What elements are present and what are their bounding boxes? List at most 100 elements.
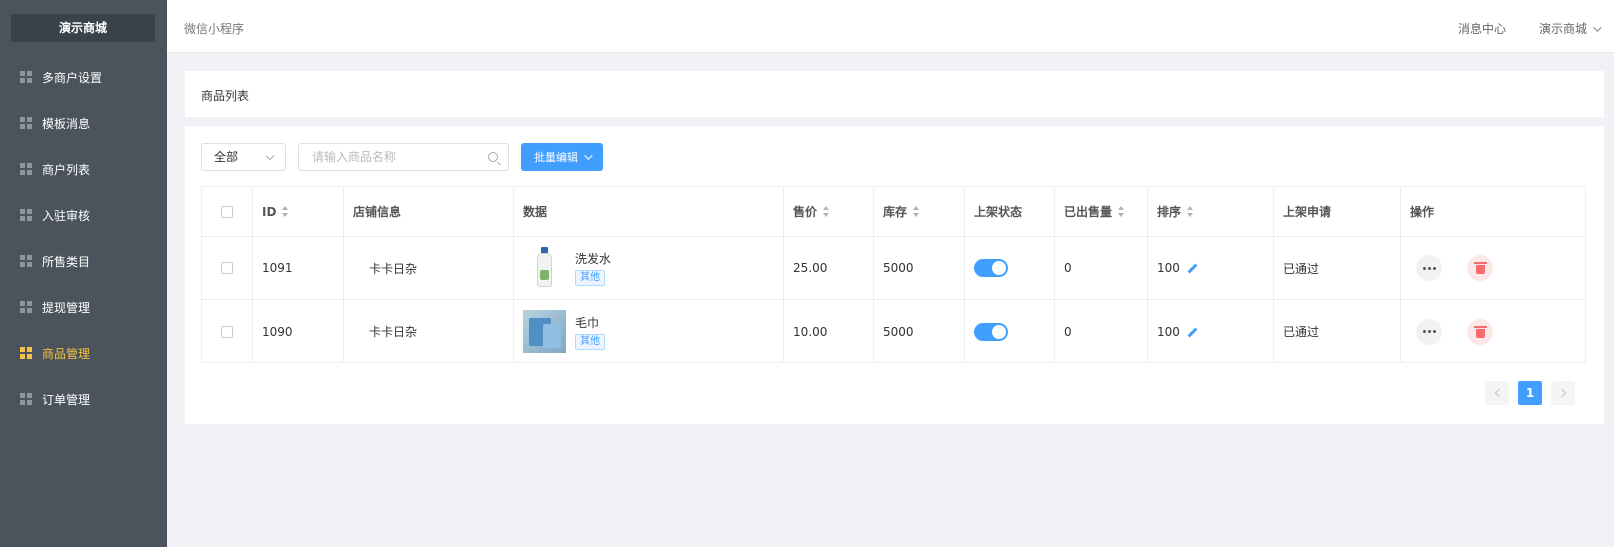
stock-cell: 5000: [874, 237, 965, 299]
column-header: 店铺信息: [353, 205, 402, 219]
header-cell-apply: 上架申请: [1274, 187, 1401, 236]
listing-status-cell: [965, 300, 1055, 363]
grid-icon: [20, 163, 32, 175]
row-select-cell: [202, 237, 253, 299]
chevron-down-icon: [584, 151, 593, 160]
sort-icon[interactable]: [913, 206, 920, 217]
header-cell-stock[interactable]: 库存: [874, 187, 965, 236]
product-cell: 毛巾 其他: [514, 300, 784, 363]
user-menu[interactable]: 演示商城: [1539, 20, 1602, 37]
grid-icon: [20, 71, 32, 83]
towel-image: [523, 310, 566, 353]
actions-cell: [1401, 237, 1587, 299]
row-checkbox[interactable]: [221, 262, 233, 274]
sort-cell: 100: [1148, 300, 1274, 363]
sort-cell: 100: [1148, 237, 1274, 299]
sold-cell: 0: [1055, 300, 1148, 363]
product-cell: 洗发水 其他: [514, 237, 784, 299]
apply-status-cell: 已通过: [1274, 300, 1401, 363]
header-cell-data: 数据: [514, 187, 784, 236]
sidebar-item-label: 多商户设置: [42, 70, 103, 85]
search-box: [298, 143, 509, 171]
batch-edit-label: 批量编辑: [534, 151, 578, 164]
header-cell-actions: 操作: [1401, 187, 1587, 236]
row-select-cell: [202, 300, 253, 363]
sidebar-item-products[interactable]: 商品管理: [0, 338, 167, 368]
header-cell-sort[interactable]: 排序: [1148, 187, 1274, 236]
sidebar-item-label: 商品管理: [42, 346, 91, 361]
sidebar-item-withdrawals[interactable]: 提现管理: [0, 292, 167, 322]
select-all-checkbox[interactable]: [221, 205, 233, 218]
sort-icon[interactable]: [823, 206, 830, 217]
batch-edit-button[interactable]: 批量编辑: [521, 143, 603, 171]
chevron-right-icon: [1557, 388, 1566, 398]
edit-pencil-icon[interactable]: [1185, 262, 1197, 274]
more-actions-button[interactable]: [1416, 255, 1442, 281]
sidebar-item-merchant-settings[interactable]: 多商户设置: [0, 62, 167, 92]
sort-icon[interactable]: [1187, 206, 1194, 217]
sidebar-item-label: 入驻审核: [42, 208, 91, 223]
table-row: 1090 卡卡日杂 毛巾 其他 10.00 5000 0 100 已通过: [202, 300, 1585, 363]
table-row: 1091 卡卡日杂 洗发水 其他 25.00 5000 0 100 已通过: [202, 237, 1585, 300]
shop-cell: 卡卡日杂: [344, 237, 514, 299]
product-name: 毛巾: [575, 315, 600, 330]
product-name: 洗发水: [575, 252, 612, 266]
column-header: 库存: [883, 205, 908, 219]
row-checkbox[interactable]: [221, 325, 233, 338]
header-cell-sold[interactable]: 已出售量: [1055, 187, 1148, 236]
listing-status-cell: [965, 237, 1055, 299]
breadcrumb[interactable]: 微信小程序: [184, 20, 244, 37]
grid-icon: [20, 117, 32, 129]
status-select[interactable]: 全部: [201, 143, 286, 171]
column-header: 上架状态: [974, 205, 1023, 219]
sidebar-item-template-messages[interactable]: 模板消息: [0, 108, 167, 138]
sidebar-item-join-review[interactable]: 入驻审核: [0, 200, 167, 230]
page-number-current[interactable]: 1: [1518, 381, 1542, 405]
page-title-card: 商品列表: [185, 71, 1604, 117]
header-cell-price[interactable]: 售价: [784, 187, 874, 236]
header-cell-id[interactable]: ID: [253, 187, 344, 236]
brand-logo[interactable]: 演示商城: [11, 14, 155, 42]
column-header: 售价: [793, 205, 818, 219]
chevron-down-icon: [1593, 22, 1602, 32]
sort-icon[interactable]: [282, 206, 289, 217]
actions-cell: [1401, 300, 1587, 363]
sidebar: 演示商城 多商户设置 模板消息 商户列表 入驻审核 所售类目 提现管理 商品管理…: [0, 0, 167, 547]
product-table: ID 店铺信息 数据 售价 库存 上架状态 已出售量 排序 上架申请 操作 10…: [201, 186, 1586, 363]
column-header: 上架申请: [1283, 205, 1332, 219]
id-cell: 1090: [253, 300, 344, 363]
delete-button[interactable]: [1467, 318, 1493, 345]
search-input[interactable]: [312, 144, 482, 170]
table-header: ID 店铺信息 数据 售价 库存 上架状态 已出售量 排序 上架申请 操作: [202, 187, 1585, 237]
shop-cell: 卡卡日杂: [344, 300, 514, 363]
more-actions-button[interactable]: [1416, 318, 1442, 345]
sidebar-item-orders[interactable]: 订单管理: [0, 384, 167, 414]
edit-pencil-icon[interactable]: [1185, 326, 1197, 338]
sidebar-item-categories[interactable]: 所售类目: [0, 246, 167, 276]
prev-page-button[interactable]: [1485, 381, 1509, 405]
search-icon[interactable]: [488, 152, 498, 162]
next-page-button[interactable]: [1551, 381, 1575, 405]
status-select-value: 全部: [214, 150, 239, 164]
price-cell: 10.00: [784, 300, 874, 363]
id-cell: 1091: [253, 237, 344, 299]
user-name: 演示商城: [1539, 22, 1588, 36]
sold-cell: 0: [1055, 237, 1148, 299]
sidebar-item-label: 提现管理: [42, 300, 91, 315]
trash-icon: [1473, 325, 1487, 338]
shampoo-image: [523, 246, 566, 290]
grid-icon: [20, 393, 32, 405]
header-cell-listing-status: 上架状态: [965, 187, 1055, 236]
listing-toggle[interactable]: [974, 259, 1008, 277]
sidebar-item-label: 订单管理: [42, 392, 91, 407]
delete-button[interactable]: [1467, 255, 1493, 281]
trash-icon: [1473, 262, 1487, 274]
message-center-link[interactable]: 消息中心: [1458, 20, 1506, 37]
sort-icon[interactable]: [1118, 206, 1125, 217]
listing-toggle[interactable]: [974, 322, 1008, 341]
column-header: 数据: [523, 205, 548, 219]
sidebar-item-merchant-list[interactable]: 商户列表: [0, 154, 167, 184]
page-title: 商品列表: [201, 89, 250, 103]
sidebar-item-label: 模板消息: [42, 116, 91, 131]
price-cell: 25.00: [784, 237, 874, 299]
